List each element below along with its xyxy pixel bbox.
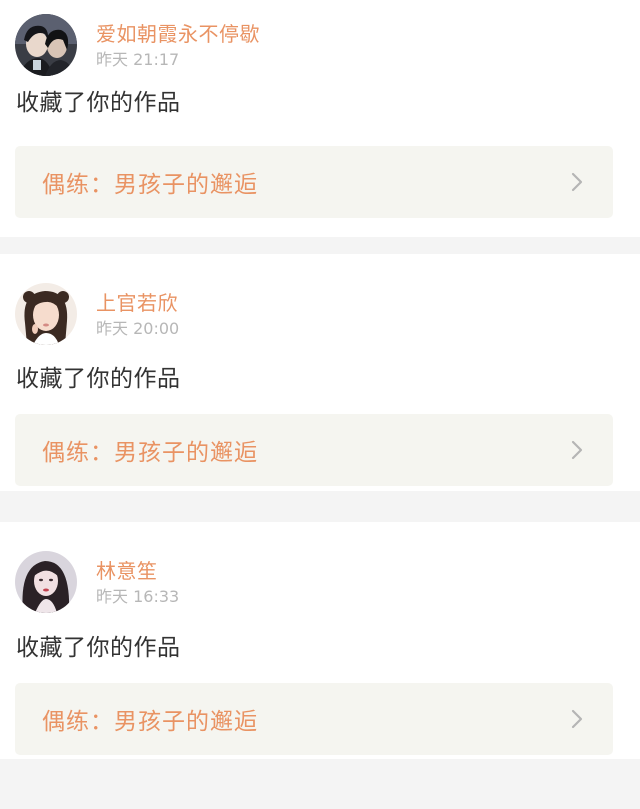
- notification-header: 林意笙 昨天 16:33: [15, 551, 179, 613]
- work-link[interactable]: 偶练：男孩子的邂逅: [15, 414, 613, 486]
- notification-header: 上官若欣 昨天 20:00: [15, 283, 179, 345]
- notification-card: 爱如朝霞永不停歇 昨天 21:17 收藏了你的作品 偶练：男孩子的邂逅: [0, 0, 640, 237]
- action-text: 收藏了你的作品: [16, 635, 181, 661]
- work-link[interactable]: 偶练：男孩子的邂逅: [15, 146, 613, 218]
- work-title: 偶练：男孩子的邂逅: [42, 709, 258, 735]
- work-title: 偶练：男孩子的邂逅: [42, 440, 258, 466]
- timestamp: 昨天 20:00: [96, 318, 180, 338]
- avatar[interactable]: [15, 14, 77, 76]
- chevron-right-icon: [567, 172, 587, 192]
- timestamp: 昨天 21:17: [96, 49, 180, 69]
- username[interactable]: 上官若欣: [96, 290, 179, 316]
- user-meta: 爱如朝霞永不停歇 昨天 21:17: [96, 21, 260, 70]
- notification-feed: 爱如朝霞永不停歇 昨天 21:17 收藏了你的作品 偶练：男孩子的邂逅 上官若欣…: [0, 0, 640, 809]
- username[interactable]: 林意笙: [96, 558, 179, 584]
- action-text: 收藏了你的作品: [16, 366, 181, 392]
- username[interactable]: 爱如朝霞永不停歇: [96, 21, 260, 47]
- avatar[interactable]: [15, 283, 77, 345]
- user-meta: 上官若欣 昨天 20:00: [96, 290, 179, 339]
- action-text: 收藏了你的作品: [16, 90, 181, 116]
- work-link[interactable]: 偶练：男孩子的邂逅: [15, 683, 613, 755]
- work-title: 偶练：男孩子的邂逅: [42, 172, 258, 198]
- timestamp: 昨天 16:33: [96, 586, 180, 606]
- avatar[interactable]: [15, 551, 77, 613]
- chevron-right-icon: [567, 709, 587, 729]
- chevron-right-icon: [567, 440, 587, 460]
- notification-card: 上官若欣 昨天 20:00 收藏了你的作品 偶练：男孩子的邂逅: [0, 254, 640, 491]
- notification-card: 林意笙 昨天 16:33 收藏了你的作品 偶练：男孩子的邂逅: [0, 522, 640, 759]
- user-meta: 林意笙 昨天 16:33: [96, 558, 179, 607]
- notification-header: 爱如朝霞永不停歇 昨天 21:17: [15, 14, 260, 76]
